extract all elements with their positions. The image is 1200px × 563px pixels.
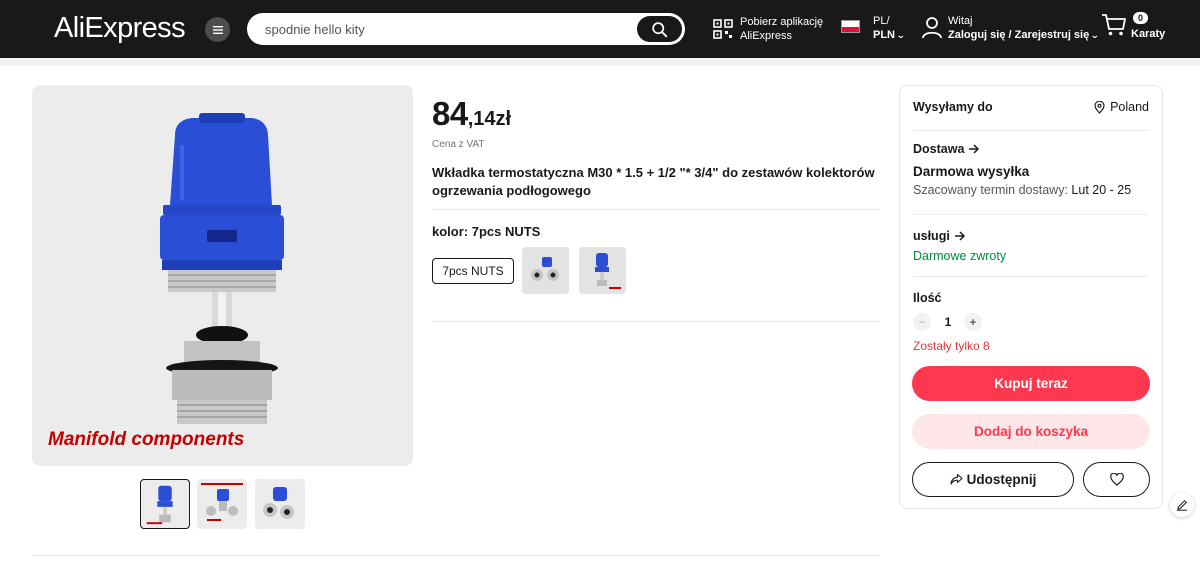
delivery-estimate: Szacowany termin dostawy: Lut 20 - 25 (913, 183, 1131, 197)
option-nuts-image[interactable] (522, 247, 569, 294)
valve-variant-image (595, 253, 621, 289)
thumbnail-3[interactable] (255, 479, 305, 529)
divider (432, 321, 880, 322)
user-icon (922, 17, 942, 39)
nuts-variant-image (531, 257, 559, 281)
image-caption: Manifold components (48, 429, 245, 450)
share-label: Udostępnij (966, 472, 1037, 487)
search-input[interactable] (265, 13, 625, 45)
delivery-title: Dostawa (913, 142, 965, 156)
free-returns: Darmowe zwroty (913, 249, 1007, 263)
insert-with-nuts-thumbnail (201, 483, 243, 521)
poland-flag-icon[interactable] (841, 20, 860, 33)
buy-now-button[interactable]: Kupuj teraz (912, 366, 1150, 401)
country-name: Poland (1110, 100, 1149, 114)
quantity-decrease-button[interactable]: − (913, 313, 931, 331)
divider (913, 276, 1149, 277)
qr-code-icon (713, 19, 733, 39)
cart-button[interactable] (1101, 12, 1127, 43)
divider (913, 214, 1149, 215)
quantity-value[interactable]: 1 (938, 315, 958, 329)
delivery-link[interactable]: Dostawa (913, 142, 980, 156)
currency-label: PLN (873, 29, 895, 41)
cart-label[interactable]: Karaty (1131, 28, 1165, 40)
option-valve-image[interactable] (579, 247, 626, 294)
blue-valve-insert-thumbnail (146, 485, 173, 525)
app-download-line2: AliExpress (740, 30, 792, 42)
search-bar (247, 13, 685, 45)
color-label: kolor: 7pcs NUTS (432, 224, 541, 239)
chevron-down-icon: ⌄ (1090, 30, 1100, 40)
menu-button[interactable] (205, 17, 230, 42)
edit-button[interactable] (1170, 493, 1194, 517)
eta-value: Lut 20 - 25 (1071, 183, 1132, 197)
location-pin-icon (1094, 100, 1105, 114)
product-title: Wkładka termostatyczna M30 * 1.5 + 1/2 "… (432, 165, 875, 198)
services-title: usługi (913, 229, 950, 243)
search-icon (652, 21, 668, 37)
option-7pcs-nuts[interactable]: 7pcs NUTS (432, 258, 514, 284)
divider (432, 209, 880, 210)
free-shipping: Darmowa wysyłka (913, 164, 1030, 179)
language-currency-selector[interactable]: PL/ PLN⌄ (873, 14, 906, 42)
quantity-increase-button[interactable]: + (964, 313, 982, 331)
menu-icon (212, 25, 223, 34)
main-product-image[interactable]: Manifold components (32, 85, 413, 466)
share-button[interactable]: Udostępnij (912, 462, 1074, 497)
price-integer: 84 (432, 95, 468, 132)
purchase-panel: Wysyłamy do Poland Dostawa Darmowa wysył… (899, 85, 1163, 509)
aliexpress-logo[interactable]: AliExpress (54, 12, 186, 45)
thumbnail-2[interactable] (197, 479, 247, 529)
heart-icon (1109, 473, 1124, 486)
language-label: PL/ (873, 15, 890, 27)
product-price: 84,14zł (432, 95, 511, 133)
thermostatic-insert-image (160, 113, 284, 424)
brass-nuts-thumbnail (263, 487, 294, 519)
vat-note: Cena z VAT (432, 139, 485, 150)
ship-to-country[interactable]: Poland (1094, 100, 1149, 114)
share-icon (950, 473, 963, 485)
header-divider (0, 58, 1200, 66)
cart-icon (1102, 14, 1126, 36)
divider (913, 130, 1149, 131)
stock-remaining: Zostały tylko 8 (913, 339, 990, 353)
search-button[interactable] (637, 16, 682, 42)
thumbnail-1[interactable] (140, 479, 190, 529)
account-greeting: Witaj (948, 15, 973, 27)
chevron-down-icon: ⌄ (895, 30, 906, 40)
price-fraction: ,14zł (467, 108, 512, 130)
pencil-icon (1177, 500, 1187, 511)
divider (32, 555, 880, 556)
services-link[interactable]: usługi (913, 229, 966, 243)
add-to-cart-button[interactable]: Dodaj do koszyka (912, 414, 1150, 449)
cart-count-badge: 0 (1133, 12, 1148, 24)
eta-label: Szacowany termin dostawy: (913, 183, 1068, 197)
arrow-right-icon (954, 231, 965, 241)
ship-to-label: Wysyłamy do (913, 100, 993, 114)
app-download-link[interactable]: Pobierz aplikację AliExpress (713, 15, 823, 43)
top-header: AliExpress Pobierz aplikacj (0, 0, 1200, 58)
wishlist-button[interactable] (1083, 462, 1150, 497)
arrow-right-icon (969, 144, 980, 154)
sign-in-register-link[interactable]: Zaloguj się / Zarejestruj się (948, 29, 1089, 41)
quantity-title: Ilość (913, 291, 942, 305)
app-download-line1: Pobierz aplikację (740, 16, 824, 28)
account-menu[interactable]: Witaj Zaloguj się / Zarejestruj się⌄ (921, 14, 1100, 42)
